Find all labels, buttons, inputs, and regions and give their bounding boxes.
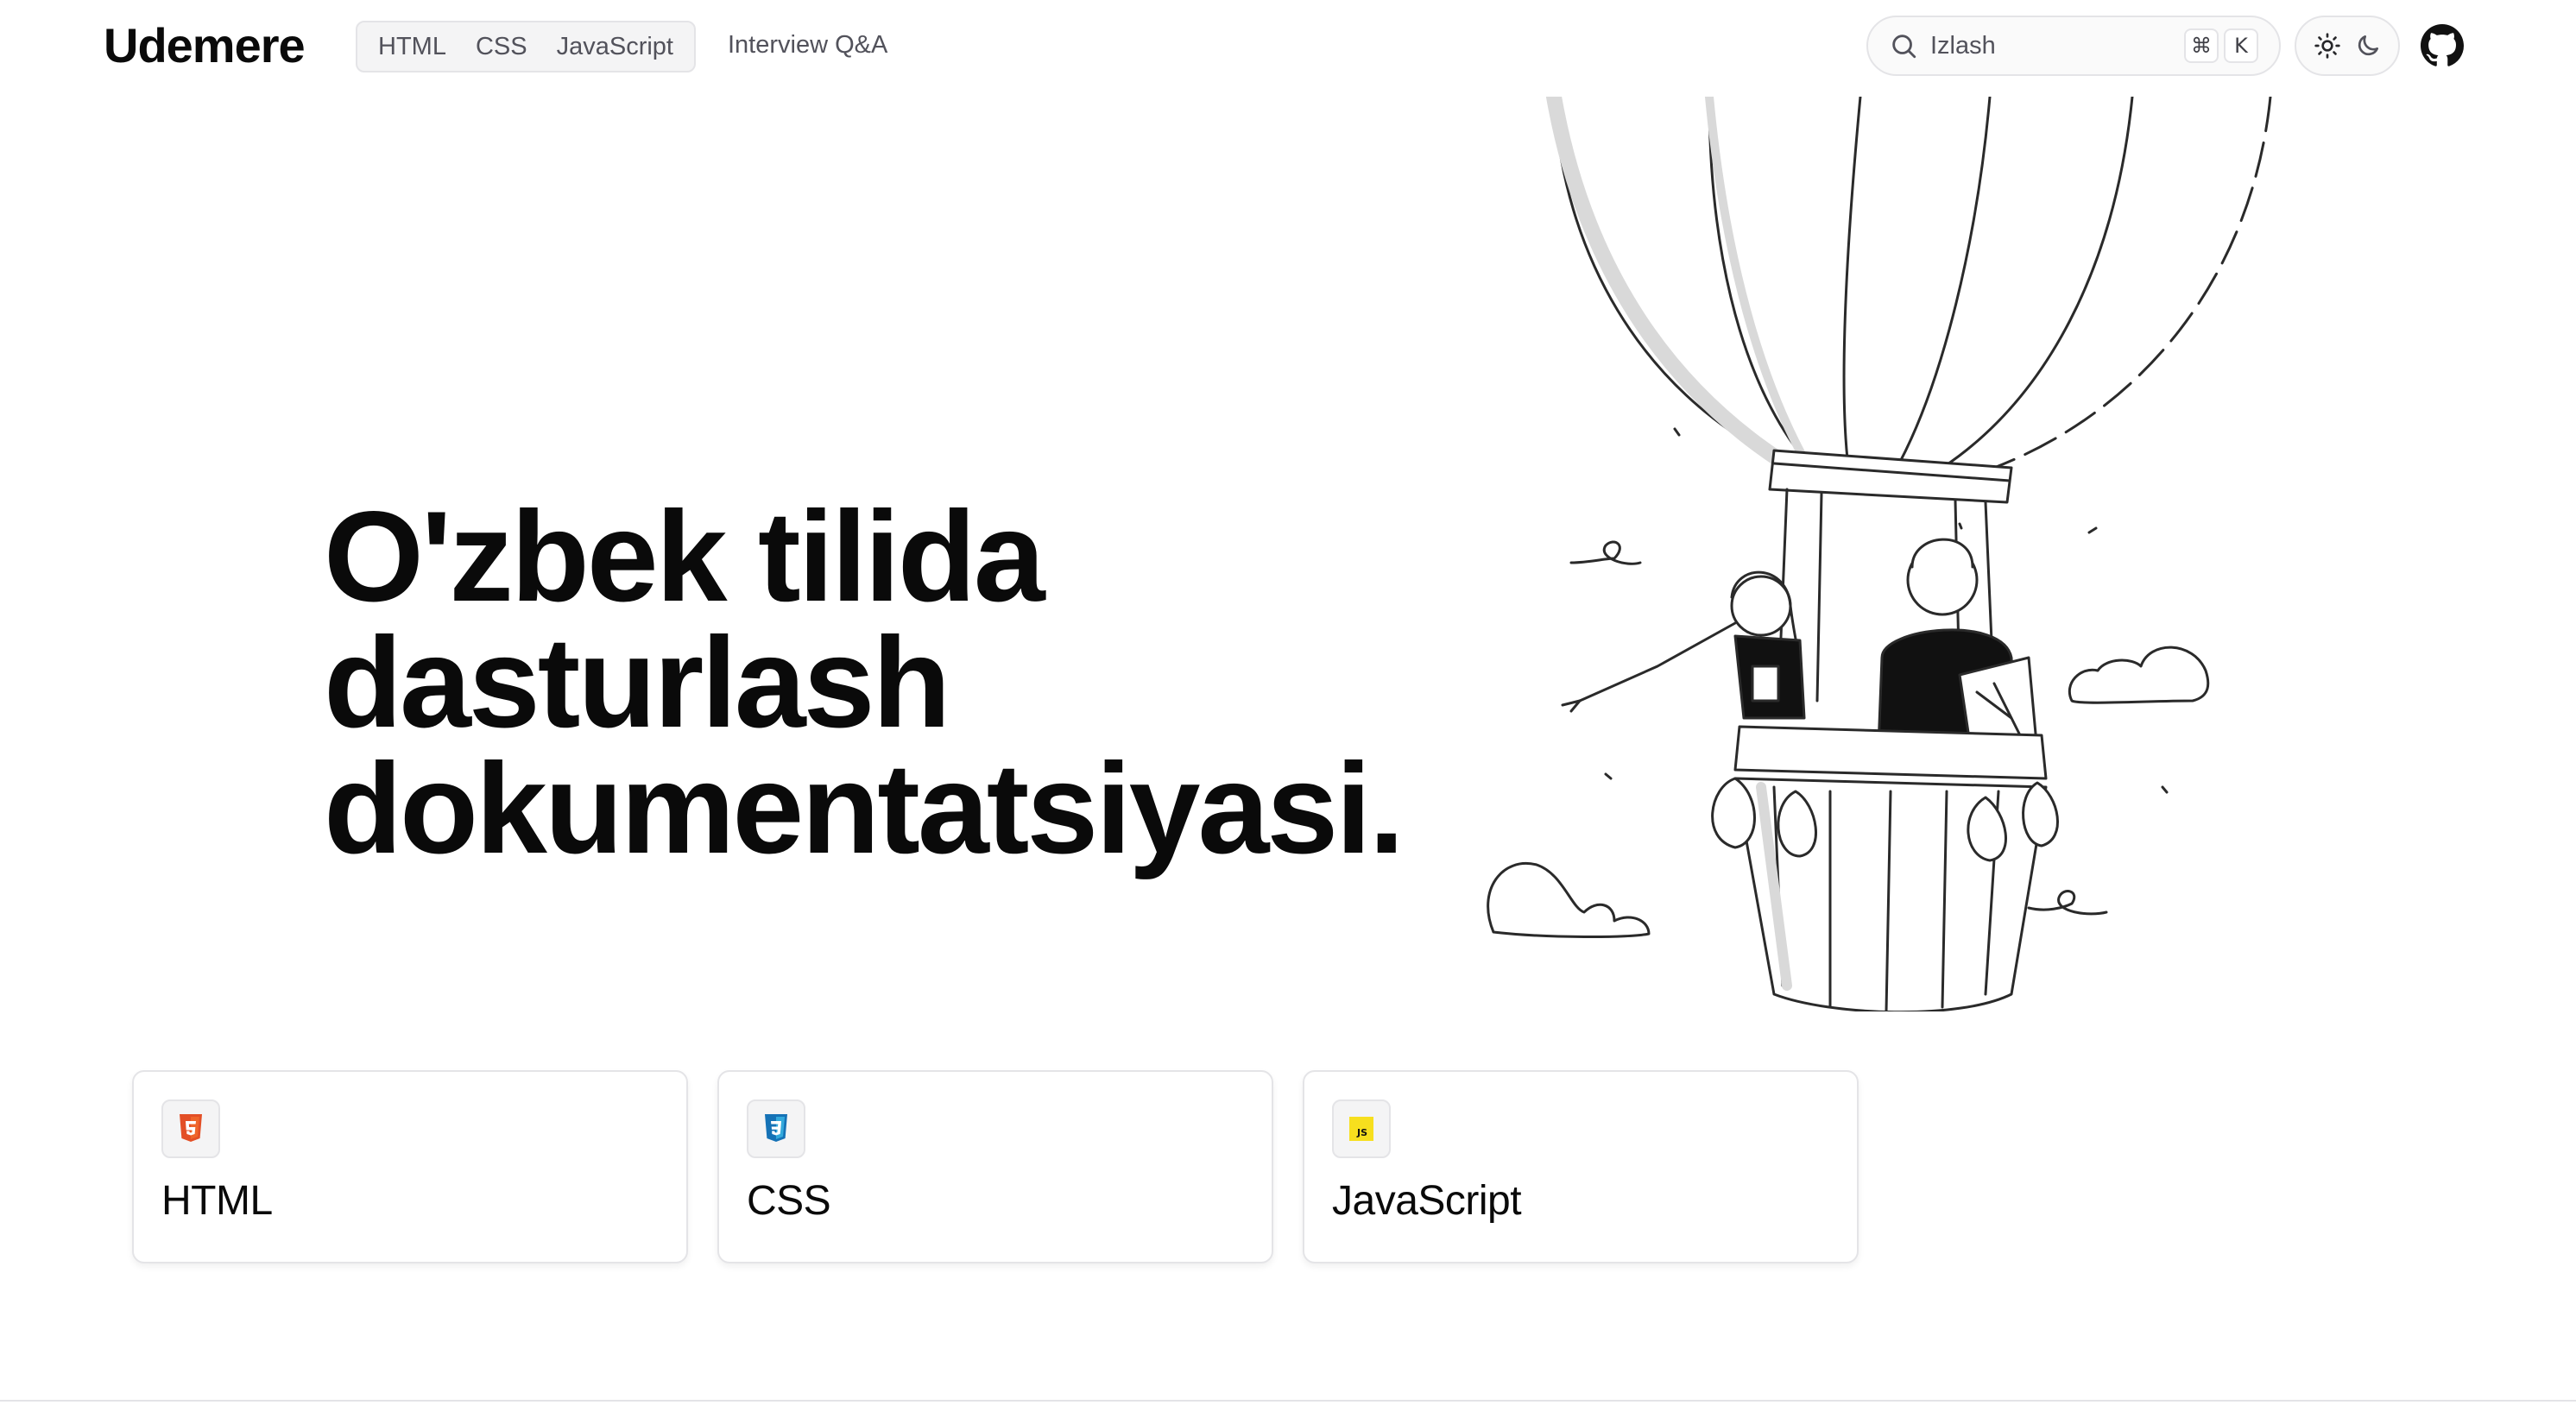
shortcut-k-key: K bbox=[2224, 28, 2258, 63]
nav-html[interactable]: HTML bbox=[378, 33, 446, 61]
card-html[interactable]: HTML bbox=[132, 1070, 688, 1263]
shortcut-cmd-key: ⌘ bbox=[2184, 28, 2219, 63]
nav-css[interactable]: CSS bbox=[476, 33, 527, 61]
light-theme-button[interactable] bbox=[2310, 28, 2345, 63]
css3-icon-badge bbox=[747, 1099, 805, 1158]
moon-icon bbox=[2358, 35, 2378, 56]
js-icon: JS bbox=[1349, 1117, 1373, 1141]
css3-icon bbox=[765, 1114, 787, 1142]
card-html-title: HTML bbox=[161, 1178, 273, 1224]
html5-icon bbox=[180, 1114, 202, 1142]
dark-theme-button[interactable] bbox=[2351, 28, 2385, 63]
hot-air-balloon-illustration bbox=[1487, 97, 2272, 1011]
card-css-title: CSS bbox=[747, 1178, 831, 1224]
js-icon-badge: JS bbox=[1332, 1099, 1391, 1158]
top-header: Udemere HTML CSS JavaScript Interview Q&… bbox=[0, 0, 2576, 91]
nav-interview-qa[interactable]: Interview Q&A bbox=[728, 31, 887, 60]
svg-text:JS: JS bbox=[1356, 1127, 1367, 1138]
card-javascript-title: JavaScript bbox=[1332, 1178, 1522, 1224]
html5-icon-badge bbox=[161, 1099, 220, 1158]
hero-title-line-2: dasturlash bbox=[324, 610, 951, 754]
search-box[interactable]: Izlash ⌘ K bbox=[1866, 16, 2281, 76]
sun-icon bbox=[2314, 33, 2340, 59]
hero-title-line-3: dokumentatsiyasi. bbox=[324, 736, 1405, 880]
card-javascript[interactable]: JS JavaScript bbox=[1303, 1070, 1859, 1263]
site-logo[interactable]: Udemere bbox=[104, 19, 306, 72]
hero-title: O'zbek tilida dasturlash dokumentatsiyas… bbox=[324, 484, 1446, 880]
main-nav: HTML CSS JavaScript bbox=[356, 21, 696, 72]
search-placeholder: Izlash bbox=[1930, 31, 1996, 60]
card-css[interactable]: CSS bbox=[717, 1070, 1273, 1263]
category-cards: HTML CSS JS JavaScript bbox=[132, 1070, 1859, 1263]
footer-divider bbox=[0, 1400, 2576, 1402]
search-icon bbox=[1892, 35, 1916, 59]
theme-toggle bbox=[2295, 16, 2400, 76]
nav-javascript[interactable]: JavaScript bbox=[557, 33, 673, 61]
hero-title-line-1: O'zbek tilida bbox=[324, 484, 1045, 628]
github-icon[interactable] bbox=[2421, 24, 2464, 67]
